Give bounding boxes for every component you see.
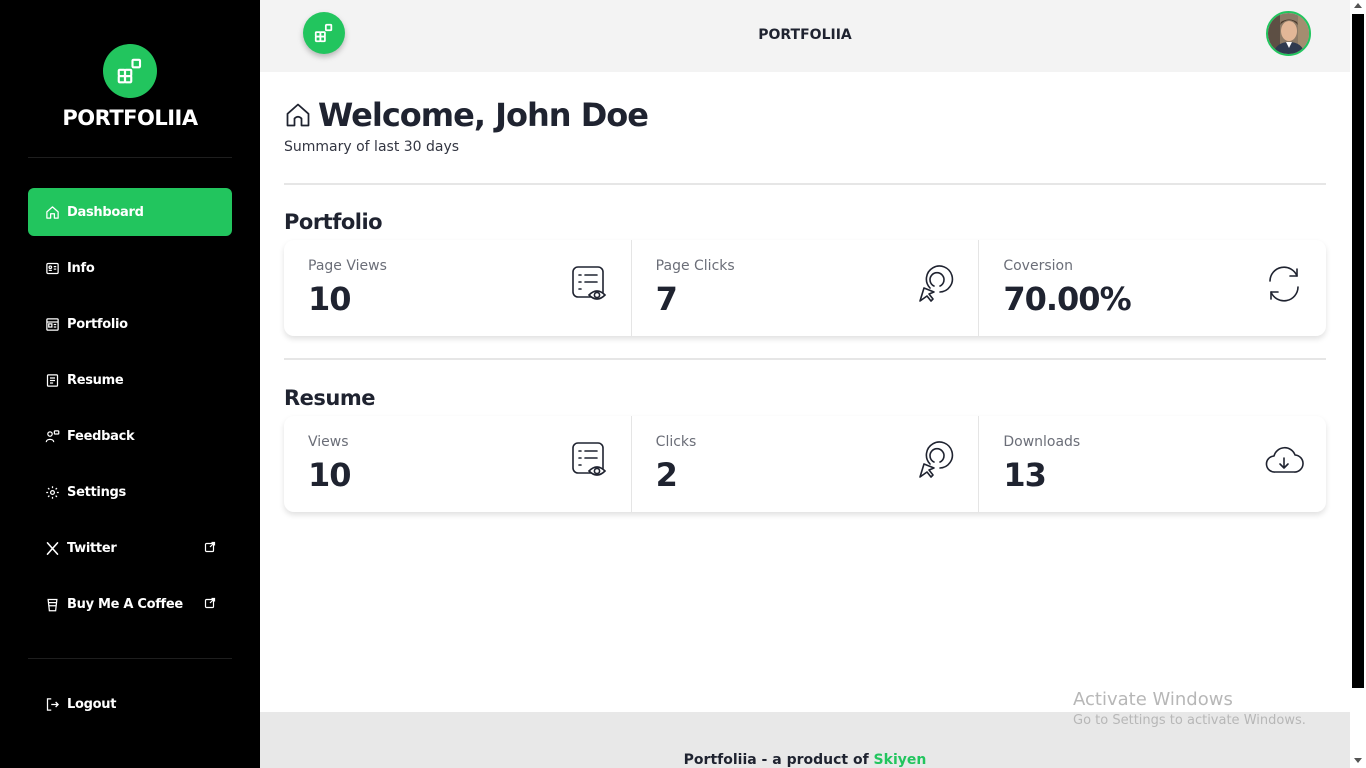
stat-card-views: Views 10 xyxy=(284,416,632,512)
sidebar-item-portfolio[interactable]: Portfolio xyxy=(28,300,232,348)
cursor-click-icon xyxy=(916,440,956,480)
sidebar-item-resume[interactable]: Resume xyxy=(28,356,232,404)
sidebar-item-settings[interactable]: Settings xyxy=(28,468,232,516)
external-link-icon xyxy=(204,541,216,553)
sidebar-item-logout[interactable]: Logout xyxy=(28,680,232,728)
sidebar-item-buy-me-a-coffee[interactable]: Buy Me A Coffee xyxy=(28,580,232,628)
stat-value: 70.00% xyxy=(1003,280,1131,318)
stat-label: Page Clicks xyxy=(655,258,735,274)
cloud-download-icon xyxy=(1264,440,1304,480)
stat-value: 2 xyxy=(655,456,678,494)
scroll-down-arrow[interactable] xyxy=(1354,758,1362,763)
stat-value: 10 xyxy=(308,456,352,494)
sidebar-item-label: Twitter xyxy=(67,540,117,556)
skiyen-link[interactable]: Skiyen xyxy=(874,752,927,768)
sidebar-item-label: Info xyxy=(67,260,95,276)
stat-card-page-views: Page Views 10 xyxy=(284,240,632,336)
sidebar-item-info[interactable]: Info xyxy=(28,244,232,292)
refresh-icon xyxy=(1264,264,1304,304)
id-card-icon xyxy=(44,260,60,276)
section-divider xyxy=(284,183,1326,185)
gear-icon xyxy=(44,484,60,500)
stat-label: Clicks xyxy=(655,434,697,450)
sidebar-brand[interactable]: PORTFOLIIA xyxy=(0,44,260,130)
list-eye-icon xyxy=(569,440,609,480)
stat-card-page-clicks: Page Clicks 7 xyxy=(632,240,980,336)
scrollbar-thumb[interactable] xyxy=(1352,14,1364,688)
sidebar-item-label: Dashboard xyxy=(67,204,144,220)
stat-label: Views xyxy=(308,434,349,450)
stat-label: Page Views xyxy=(308,258,387,274)
users-chat-icon xyxy=(44,428,60,444)
page-title: Welcome, John Doe xyxy=(318,96,649,134)
sidebar-item-label: Portfolio xyxy=(67,316,128,332)
page-scrollbar[interactable] xyxy=(1350,0,1366,768)
scroll-up-arrow[interactable] xyxy=(1354,3,1362,8)
document-icon xyxy=(44,372,60,388)
stat-card-conversion: Coversion 70.00% xyxy=(979,240,1326,336)
stat-label: Coversion xyxy=(1003,258,1073,274)
brand-name: PORTFOLIIA xyxy=(62,106,198,130)
sidebar-item-label: Buy Me A Coffee xyxy=(67,596,183,612)
stat-value: 10 xyxy=(308,280,352,318)
logout-icon xyxy=(44,696,60,712)
home-icon xyxy=(284,101,312,129)
stat-card-downloads: Downloads 13 xyxy=(979,416,1326,512)
sidebar-item-twitter[interactable]: Twitter xyxy=(28,524,232,572)
activate-windows-watermark: Activate Windows Go to Settings to activ… xyxy=(1073,689,1306,728)
resume-stats: Views 10 Clicks 2 Downloads 13 xyxy=(284,416,1326,512)
portfolio-section-title: Portfolio xyxy=(284,210,383,234)
sidebar: PORTFOLIIA Dashboard Info Portfolio Resu… xyxy=(0,0,260,768)
logo-icon xyxy=(103,44,157,98)
sidebar-item-label: Settings xyxy=(67,484,126,500)
sidebar-item-label: Logout xyxy=(67,696,117,712)
x-logo-icon xyxy=(44,540,60,556)
sidebar-item-dashboard[interactable]: Dashboard xyxy=(28,188,232,236)
watermark-title: Activate Windows xyxy=(1073,689,1233,710)
portfolio-stats: Page Views 10 Page Clicks 7 Coversion 70… xyxy=(284,240,1326,336)
stat-card-clicks: Clicks 2 xyxy=(632,416,980,512)
sidebar-item-feedback[interactable]: Feedback xyxy=(28,412,232,460)
page-subtitle: Summary of last 30 days xyxy=(284,139,460,155)
top-bar: PORTFOLIIA xyxy=(260,0,1350,72)
coffee-cup-icon xyxy=(44,596,60,612)
footer-text: Portfoliia - a product of Skiyen xyxy=(260,752,1350,768)
sidebar-item-label: Resume xyxy=(67,372,124,388)
layout-icon xyxy=(44,316,60,332)
top-bar-title: PORTFOLIIA xyxy=(758,27,852,43)
sidebar-divider xyxy=(28,157,232,158)
avatar[interactable] xyxy=(1266,11,1311,56)
sidebar-divider xyxy=(28,658,232,659)
section-divider xyxy=(284,358,1326,360)
sidebar-item-label: Feedback xyxy=(67,428,135,444)
home-icon xyxy=(44,204,60,220)
footer-caption: Portfoliia - a product of xyxy=(683,752,874,768)
welcome-heading: Welcome, John Doe xyxy=(284,96,649,134)
resume-section-title: Resume xyxy=(284,386,376,410)
stat-value: 13 xyxy=(1003,456,1047,494)
list-eye-icon xyxy=(569,264,609,304)
external-link-icon xyxy=(204,597,216,609)
stat-value: 7 xyxy=(655,280,678,318)
cursor-click-icon xyxy=(916,264,956,304)
watermark-subtitle: Go to Settings to activate Windows. xyxy=(1073,713,1306,728)
stat-label: Downloads xyxy=(1003,434,1081,450)
